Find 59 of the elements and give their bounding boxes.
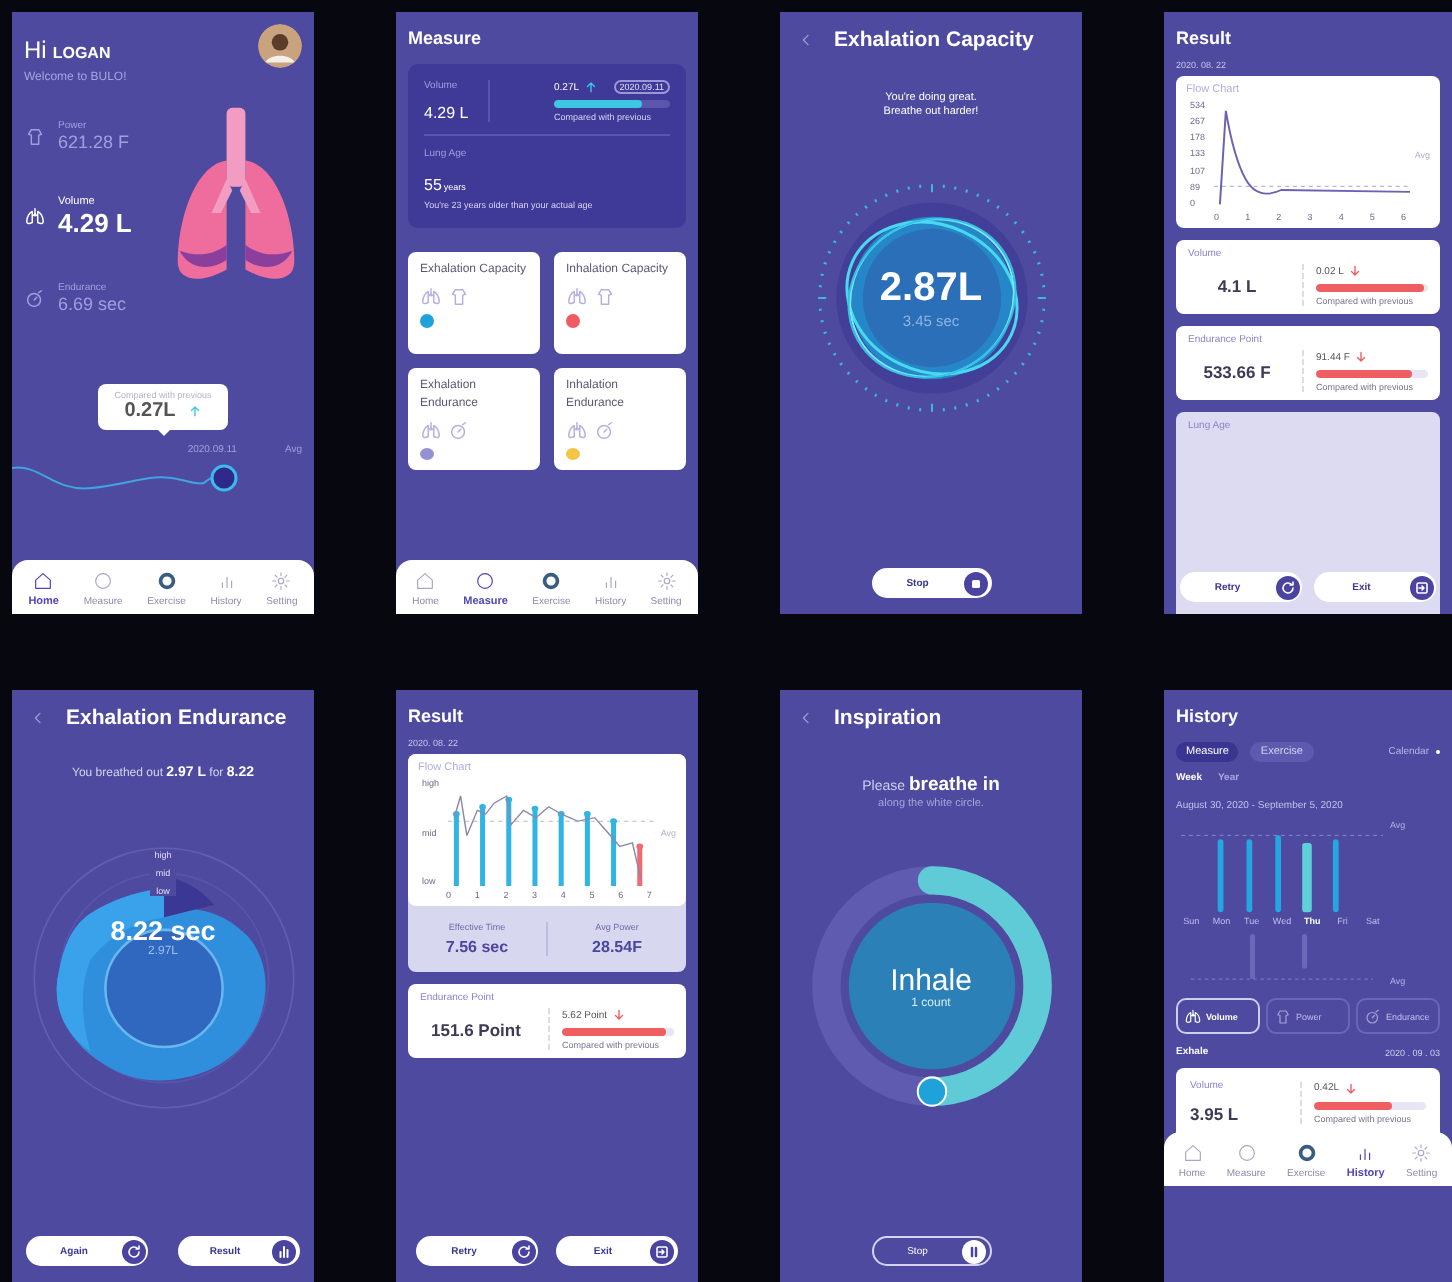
lungs-icon: [420, 420, 442, 442]
phase-label: Inhale: [890, 963, 972, 997]
metric-value: 4.1 L: [1215, 275, 1259, 295]
screen-title: History: [1176, 706, 1239, 726]
ring-icon: [1295, 1142, 1318, 1164]
shirt-icon: [24, 125, 46, 147]
refresh-icon: [1275, 575, 1299, 599]
stopwatch-icon: [24, 287, 46, 309]
settings-icon: [270, 570, 293, 592]
tooltip-value: 0.27L: [124, 400, 176, 422]
greeting: Hi: [24, 35, 47, 63]
ring-icon: [92, 570, 115, 592]
settings-icon: [1410, 1142, 1433, 1164]
stopwatch-icon: [594, 420, 616, 442]
lungs-icon: [566, 286, 588, 308]
screen-title: Exhalation Capacity: [834, 28, 1034, 52]
screen-title: Exhalation Endurance: [66, 706, 287, 730]
stat-value: 7.56 sec: [445, 938, 509, 956]
metric-value: 151.6 Point: [429, 1019, 523, 1039]
settings-icon: [655, 570, 678, 592]
stop-icon: [964, 571, 988, 595]
home-icon: [414, 570, 437, 592]
avatar: [258, 24, 302, 68]
home-icon: [32, 570, 55, 592]
stopwatch-icon: [1364, 1007, 1382, 1025]
back-icon[interactable]: [798, 710, 814, 726]
capacity-value: 2.87L: [879, 266, 983, 312]
metric-value: 3.95 L: [1190, 1104, 1241, 1124]
bar-chart-icon: [272, 1239, 297, 1263]
back-icon[interactable]: [30, 710, 46, 726]
ring-icon: [474, 570, 497, 592]
user-name: LOGAN: [52, 43, 111, 61]
back-icon[interactable]: [798, 32, 814, 48]
pause-icon: [962, 1239, 986, 1263]
shirt-icon: [594, 286, 616, 308]
screen-title: Inspiration: [834, 706, 942, 730]
volume-value: 4.29 L: [424, 104, 469, 122]
home-icon: [1181, 1142, 1204, 1164]
lungs-icon: [1184, 1007, 1202, 1025]
refresh-icon: [511, 1239, 536, 1263]
exit-icon: [650, 1239, 675, 1263]
screen-title: Result: [408, 706, 464, 726]
metric-value: 533.66 F: [1201, 361, 1273, 381]
ring-icon: [1235, 1142, 1258, 1164]
lung-age-value: 55: [424, 176, 442, 194]
screen-title: Measure: [408, 28, 482, 48]
lungs-icon: [420, 286, 442, 308]
lungs-icon: [24, 206, 46, 228]
screen-title: Result: [1176, 28, 1232, 48]
refresh-icon: [121, 1239, 146, 1263]
shirt-icon: [1274, 1007, 1292, 1025]
stopwatch-icon: [448, 420, 470, 442]
duration-value: 8.22 sec: [110, 916, 216, 946]
stat-value: 28.54F: [592, 938, 642, 956]
exit-icon: [1409, 575, 1433, 599]
ring-icon: [155, 570, 178, 592]
lungs-icon: [566, 420, 588, 442]
shirt-icon: [448, 286, 470, 308]
ring-icon: [540, 570, 563, 592]
